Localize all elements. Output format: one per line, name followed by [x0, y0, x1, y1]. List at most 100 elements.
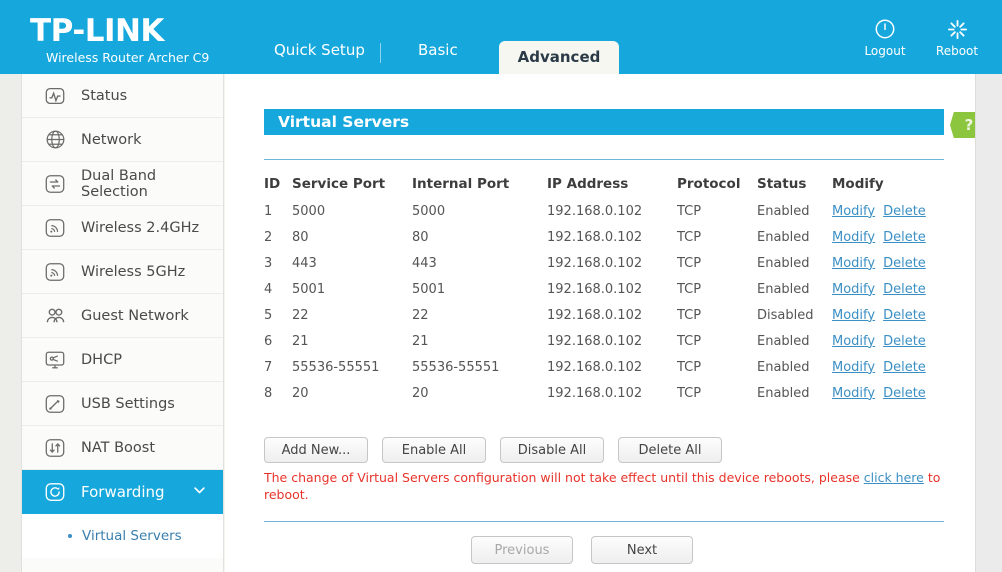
sidebar-item-wireless-5ghz[interactable]: Wireless 5GHz [22, 250, 223, 294]
table-row: 6 21 21 192.168.0.102 TCP Enabled Modify… [264, 328, 954, 354]
app-header: TP-LINK Wireless Router Archer C9 Quick … [0, 0, 1002, 74]
modify-link[interactable]: Modify [832, 334, 875, 349]
cell-status: Enabled [757, 334, 832, 349]
tab-basic[interactable]: Basic [418, 41, 458, 59]
sidebar-item-guest-network[interactable]: Guest Network [22, 294, 223, 338]
cell-service-port: 55536-55551 [292, 360, 412, 375]
status-icon [42, 83, 68, 109]
tab-advanced[interactable]: Advanced [499, 41, 619, 74]
sidebar-nav: Status Network Dual Band Selection [22, 74, 224, 572]
cell-modify: Modify Delete [832, 204, 952, 219]
router-model: Wireless Router Archer C9 [46, 50, 209, 66]
delete-link[interactable]: Delete [883, 308, 926, 323]
cell-protocol: TCP [677, 386, 757, 401]
brand-name: TP-LINK [30, 14, 209, 48]
usb-icon [42, 391, 68, 417]
cell-modify: Modify Delete [832, 230, 952, 245]
sidebar-item-label: Status [81, 88, 127, 104]
sidebar-item-label: Forwarding [81, 483, 165, 501]
column-header-protocol: Protocol [677, 176, 757, 192]
table-row: 8 20 20 192.168.0.102 TCP Enabled Modify… [264, 380, 954, 406]
cell-id: 4 [264, 282, 292, 297]
cell-protocol: TCP [677, 230, 757, 245]
cell-modify: Modify Delete [832, 256, 952, 271]
reboot-icon [934, 18, 980, 42]
sidebar-item-network[interactable]: Network [22, 118, 223, 162]
sidebar-item-forwarding[interactable]: Forwarding [22, 470, 223, 514]
modify-link[interactable]: Modify [832, 256, 875, 271]
reboot-button[interactable]: Reboot [934, 18, 980, 58]
guest-network-icon [42, 303, 68, 329]
sidebar-subitem-label: Virtual Servers [82, 528, 182, 544]
sidebar-item-virtual-servers[interactable]: Virtual Servers [22, 514, 223, 558]
dual-band-icon [42, 171, 68, 197]
sidebar-item-label: Guest Network [81, 308, 189, 324]
cell-id: 5 [264, 308, 292, 323]
delete-link[interactable]: Delete [883, 386, 926, 401]
cell-status: Enabled [757, 230, 832, 245]
logout-label: Logout [862, 44, 908, 58]
table-header-row: ID Service Port Internal Port IP Address… [264, 170, 954, 198]
wireless-icon [42, 215, 68, 241]
cell-status: Enabled [757, 204, 832, 219]
sidebar-item-nat-boost[interactable]: NAT Boost [22, 426, 223, 470]
delete-link[interactable]: Delete [883, 334, 926, 349]
delete-link[interactable]: Delete [883, 282, 926, 297]
table-row: 5 22 22 192.168.0.102 TCP Disabled Modif… [264, 302, 954, 328]
sidebar-item-usb-settings[interactable]: USB Settings [22, 382, 223, 426]
modify-link[interactable]: Modify [832, 230, 875, 245]
chevron-down-icon [192, 483, 207, 502]
cell-id: 6 [264, 334, 292, 349]
delete-link[interactable]: Delete [883, 204, 926, 219]
delete-all-button[interactable]: Delete All [618, 437, 722, 463]
cell-status: Enabled [757, 282, 832, 297]
pagination-rule [264, 521, 944, 522]
left-gutter [0, 74, 22, 572]
table-row: 7 55536-55551 55536-55551 192.168.0.102 … [264, 354, 954, 380]
cell-modify: Modify Delete [832, 308, 952, 323]
table-row: 1 5000 5000 192.168.0.102 TCP Enabled Mo… [264, 198, 954, 224]
modify-link[interactable]: Modify [832, 360, 875, 375]
disable-all-button[interactable]: Disable All [500, 437, 604, 463]
cell-ip-address: 192.168.0.102 [547, 308, 677, 323]
sidebar-item-label: Wireless 2.4GHz [81, 220, 199, 236]
panel-title-bar: Virtual Servers [264, 109, 944, 135]
sidebar-item-label: NAT Boost [81, 440, 155, 456]
reboot-label: Reboot [934, 44, 980, 58]
cell-modify: Modify Delete [832, 282, 952, 297]
modify-link[interactable]: Modify [832, 282, 875, 297]
modify-link[interactable]: Modify [832, 204, 875, 219]
sidebar-item-status[interactable]: Status [22, 74, 223, 118]
cell-status: Disabled [757, 308, 832, 323]
sidebar-item-dhcp[interactable]: DHCP [22, 338, 223, 382]
forwarding-icon [42, 479, 68, 505]
cell-ip-address: 192.168.0.102 [547, 282, 677, 297]
click-here-link[interactable]: click here [864, 470, 924, 485]
cell-protocol: TCP [677, 204, 757, 219]
tab-quick-setup[interactable]: Quick Setup [274, 41, 365, 59]
page-title: Virtual Servers [264, 109, 944, 135]
sidebar-item-wireless-24ghz[interactable]: Wireless 2.4GHz [22, 206, 223, 250]
add-new-button[interactable]: Add New... [264, 437, 368, 463]
delete-link[interactable]: Delete [883, 360, 926, 375]
cell-ip-address: 192.168.0.102 [547, 204, 677, 219]
cell-internal-port: 21 [412, 334, 547, 349]
cell-id: 2 [264, 230, 292, 245]
cell-modify: Modify Delete [832, 334, 952, 349]
cell-ip-address: 192.168.0.102 [547, 360, 677, 375]
delete-link[interactable]: Delete [883, 230, 926, 245]
cell-modify: Modify Delete [832, 386, 952, 401]
modify-link[interactable]: Modify [832, 386, 875, 401]
next-button[interactable]: Next [591, 536, 693, 564]
logout-button[interactable]: Logout [862, 18, 908, 58]
cell-id: 3 [264, 256, 292, 271]
cell-status: Enabled [757, 256, 832, 271]
modify-link[interactable]: Modify [832, 308, 875, 323]
sidebar-item-dual-band-selection[interactable]: Dual Band Selection [22, 162, 223, 206]
enable-all-button[interactable]: Enable All [382, 437, 486, 463]
power-icon [862, 18, 908, 42]
previous-button[interactable]: Previous [471, 536, 573, 564]
page-scrollbar[interactable] [975, 74, 1002, 572]
delete-link[interactable]: Delete [883, 256, 926, 271]
table-row: 4 5001 5001 192.168.0.102 TCP Enabled Mo… [264, 276, 954, 302]
